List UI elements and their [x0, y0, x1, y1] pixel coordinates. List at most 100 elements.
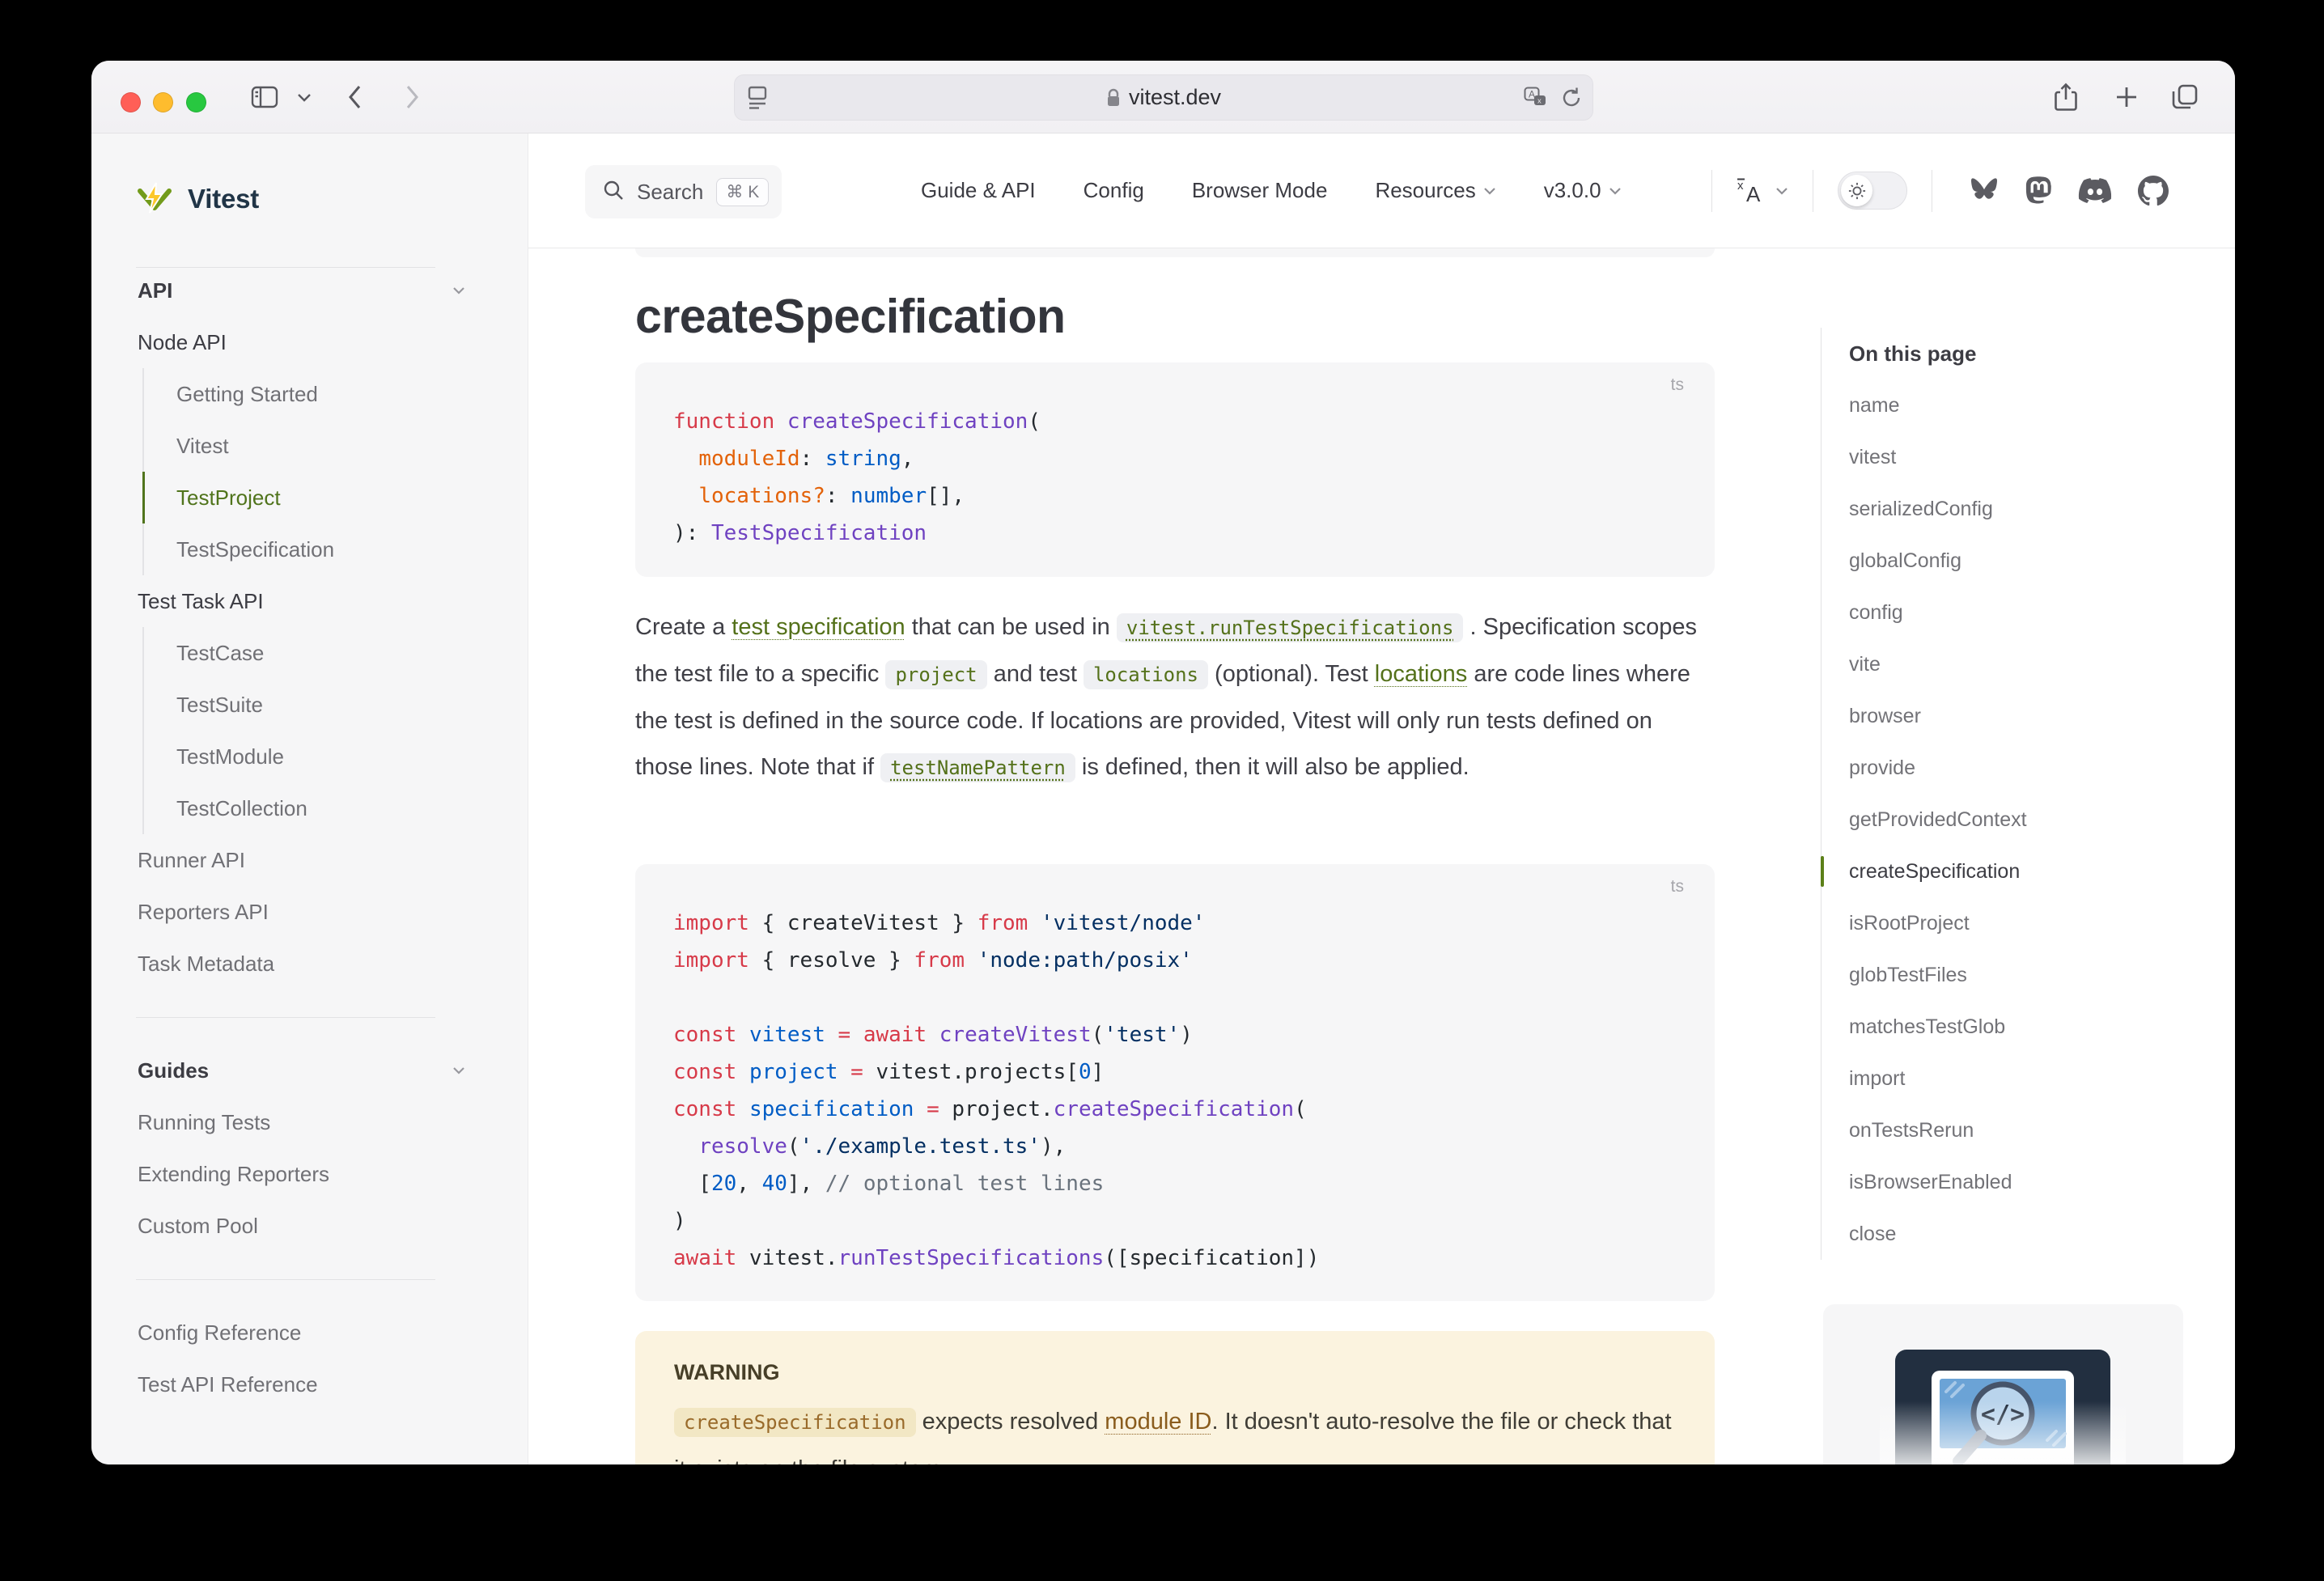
sidebar-item-testcase[interactable]: TestCase — [142, 627, 528, 679]
outline-item-globtestfiles[interactable]: globTestFiles — [1821, 949, 2201, 1001]
text-link-test-specification[interactable]: test specification — [732, 614, 905, 640]
text-run: expects resolved — [916, 1409, 1105, 1435]
outline-item-isbrowserenabled[interactable]: isBrowserEnabled — [1821, 1156, 2201, 1208]
vitest-logo[interactable]: Vitest — [136, 180, 259, 218]
outline-item-vite[interactable]: vite — [1821, 638, 2201, 690]
sidebar-item-running-tests[interactable]: Running Tests — [91, 1096, 528, 1148]
text-run: Create a — [635, 614, 732, 640]
sidebar-item-testspecification[interactable]: TestSpecification — [142, 523, 528, 575]
lock-icon — [1106, 88, 1121, 108]
url-text: vitest.dev — [1106, 85, 1221, 110]
inline-code: createSpecification — [674, 1408, 916, 1437]
sidebar-divider — [91, 990, 528, 1045]
close-window-button[interactable] — [121, 92, 141, 112]
sidebar-item-test-task-api[interactable]: Test Task API — [91, 575, 528, 627]
sidebar-item-extending-reporters[interactable]: Extending Reporters — [91, 1148, 528, 1200]
outline-item-getprovidedcontext[interactable]: getProvidedContext — [1821, 794, 2201, 846]
text-link-module-id[interactable]: module ID — [1105, 1409, 1211, 1435]
sidebar-item-reporters-api[interactable]: Reporters API — [91, 886, 528, 938]
nav-link-v3-0-0[interactable]: v3.0.0 — [1544, 178, 1622, 203]
chevron-down-icon — [1775, 187, 1788, 195]
github-icon[interactable] — [2138, 176, 2169, 206]
theme-toggle[interactable] — [1838, 172, 1907, 210]
text-link-locations[interactable]: locations — [1375, 661, 1467, 687]
sidebar-divider — [91, 1252, 528, 1307]
outline-item-config[interactable]: config — [1821, 587, 2201, 638]
new-tab-icon[interactable] — [2106, 61, 2147, 134]
translate-page-icon[interactable]: A x — [1524, 87, 1548, 113]
nav-link-guide-api[interactable]: Guide & API — [921, 178, 1036, 203]
search-button[interactable]: Search ⌘ K — [585, 165, 782, 218]
reload-icon[interactable] — [1561, 87, 1582, 113]
back-button[interactable] — [334, 61, 375, 134]
minimize-window-button[interactable] — [153, 92, 173, 112]
inline-code: locations — [1084, 660, 1208, 689]
outline-item-vitest[interactable]: vitest — [1821, 431, 2201, 483]
outline-item-provide[interactable]: provide — [1821, 742, 2201, 794]
outline-item-matchestestglob[interactable]: matchesTestGlob — [1821, 1001, 2201, 1053]
sidebar-item-testmodule[interactable]: TestModule — [142, 731, 528, 782]
share-icon[interactable] — [2046, 61, 2086, 134]
nav-link-browser-mode[interactable]: Browser Mode — [1192, 178, 1328, 203]
outline-item-close[interactable]: close — [1821, 1208, 2201, 1260]
inline-code-link-vitest-runtestspecifications[interactable]: vitest.runTestSpecifications — [1117, 613, 1464, 642]
bluesky-icon[interactable] — [1970, 178, 1999, 204]
outline-item-name[interactable]: name — [1821, 379, 2201, 431]
previous-code-block-tail — [635, 248, 1715, 257]
sidebar-item-runner-api[interactable]: Runner API — [91, 834, 528, 886]
outline-item-globalconfig[interactable]: globalConfig — [1821, 535, 2201, 587]
zoom-window-button[interactable] — [186, 92, 206, 112]
sidebar-item-custom-pool[interactable]: Custom Pool — [91, 1200, 528, 1252]
sidebar-item-testcollection[interactable]: TestCollection — [142, 782, 528, 834]
outline-item-createspecification[interactable]: createSpecification — [1821, 846, 2201, 897]
address-bar[interactable]: vitest.dev A x — [734, 74, 1593, 121]
outline-item-ontestsrerun[interactable]: onTestsRerun — [1821, 1104, 2201, 1156]
svg-text:x: x — [1737, 179, 1744, 193]
sidebar: Vitest APINode APIGetting StartedVitestT… — [91, 134, 528, 1464]
sidebar-toggle-icon[interactable] — [245, 61, 284, 134]
sidebar-chevron-icon[interactable] — [290, 61, 318, 134]
outline-title: On this page — [1821, 328, 2201, 379]
outline-item-isrootproject[interactable]: isRootProject — [1821, 897, 2201, 949]
sidebar-item-guides[interactable]: Guides — [91, 1045, 528, 1096]
nav-link-config[interactable]: Config — [1084, 178, 1144, 203]
outline-item-browser[interactable]: browser — [1821, 690, 2201, 742]
nav-right-cluster: x A — [1687, 134, 2182, 248]
reader-view-icon[interactable] — [747, 86, 768, 114]
outline-item-import[interactable]: import — [1821, 1053, 2201, 1104]
logo-text: Vitest — [188, 184, 259, 214]
sponsor-ad-card[interactable]: </> — [1823, 1304, 2183, 1464]
forward-button[interactable] — [392, 61, 433, 134]
code-lang-badge: ts — [1671, 375, 1684, 395]
search-shortcut-badge: ⌘ K — [716, 178, 769, 206]
svg-text:A: A — [1746, 182, 1761, 205]
sidebar-item-vitest[interactable]: Vitest — [142, 420, 528, 472]
description-paragraph: Create a test specification that can be … — [635, 604, 1715, 791]
tab-overview-icon[interactable] — [2163, 61, 2207, 134]
outline-item-serializedconfig[interactable]: serializedConfig — [1821, 483, 2201, 535]
ad-image-fade — [1880, 1401, 2126, 1464]
nav-link-resources[interactable]: Resources — [1375, 178, 1495, 203]
chevron-down-icon — [1483, 187, 1496, 195]
sidebar-item-testproject[interactable]: TestProject — [142, 472, 528, 523]
browser-window: vitest.dev A x — [91, 61, 2235, 1464]
page-title: createSpecification — [635, 289, 1066, 344]
text-run: (optional). Test — [1208, 661, 1375, 687]
browser-titlebar: vitest.dev A x — [91, 61, 2235, 134]
inline-code-link-testnamepattern[interactable]: testNamePattern — [880, 753, 1075, 782]
discord-icon[interactable] — [2078, 178, 2112, 204]
inline-code: project — [885, 660, 986, 689]
sidebar-item-config-reference[interactable]: Config Reference — [91, 1307, 528, 1358]
sidebar-item-task-metadata[interactable]: Task Metadata — [91, 938, 528, 990]
sidebar-item-getting-started[interactable]: Getting Started — [142, 368, 528, 420]
sidebar-item-api[interactable]: API — [91, 265, 528, 316]
code-lines: function createSpecification( moduleId: … — [673, 403, 1690, 552]
text-run: and test — [987, 661, 1084, 687]
sidebar-item-testsuite[interactable]: TestSuite — [142, 679, 528, 731]
sidebar-item-node-api[interactable]: Node API — [91, 316, 528, 368]
translate-icon: x A — [1737, 177, 1769, 205]
sidebar-item-test-api-reference[interactable]: Test API Reference — [91, 1358, 528, 1410]
separator — [1711, 170, 1712, 212]
mastodon-icon[interactable] — [2025, 176, 2052, 206]
language-menu[interactable]: x A — [1737, 177, 1788, 205]
